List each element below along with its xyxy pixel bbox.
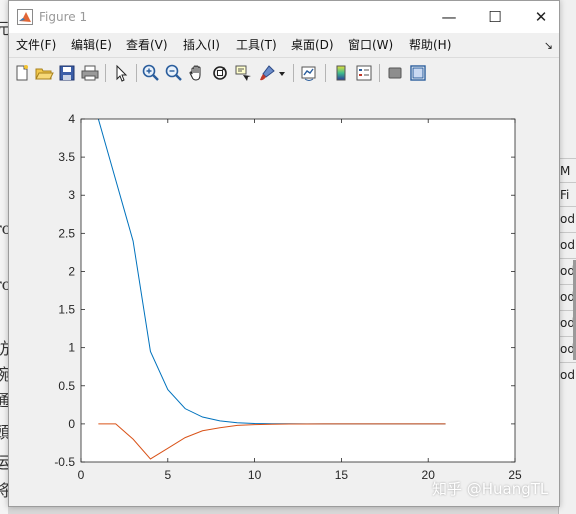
zoom-in-icon[interactable] [141, 63, 161, 83]
menu-view[interactable]: 查看(V) [126, 37, 168, 53]
toolbar-separator [136, 64, 137, 82]
background-text: 将 [0, 482, 8, 500]
toolbar-separator [293, 64, 294, 82]
figure-toolbar [9, 57, 559, 89]
background-text: M [559, 158, 576, 183]
background-app-right: M Fi od od od od od od od [558, 0, 576, 514]
plot-background [81, 119, 515, 462]
show-plot-tools-icon[interactable] [408, 63, 428, 83]
y-tick-label: 0.5 [58, 379, 75, 393]
menu-bar: 文件(F) 编辑(E) 查看(V) 插入(I) 工具(T) 桌面(D) 窗口(W… [9, 33, 559, 57]
rotate-3d-icon[interactable] [210, 63, 230, 83]
x-tick-label: 0 [78, 468, 85, 482]
figure-canvas[interactable]: 0 5 10 15 20 25 -0.5 0 0.5 1 1.5 2 2.5 3 3.5 4 [9, 88, 559, 506]
x-tick-label: 15 [335, 468, 349, 482]
menu-desktop[interactable]: 桌面(D) [291, 37, 334, 53]
menu-tools[interactable]: 工具(T) [236, 37, 277, 53]
y-tick-label: 0 [68, 417, 75, 431]
y-tick-label: 1 [68, 341, 75, 355]
new-figure-icon[interactable] [12, 63, 32, 83]
window-title: Figure 1 [39, 10, 88, 24]
watermark-text: 知乎 @HuangTL [432, 480, 549, 498]
menu-edit[interactable]: 编辑(E) [71, 37, 112, 53]
data-cursor-icon[interactable] [233, 63, 253, 83]
background-text: ro [0, 275, 8, 294]
open-icon[interactable] [34, 63, 54, 83]
toolbar-separator [105, 64, 106, 82]
menu-file[interactable]: 文件(F) [16, 37, 56, 53]
hide-plot-tools-icon[interactable] [385, 63, 405, 83]
toolbar-separator [325, 64, 326, 82]
brush-dropdown-icon[interactable] [277, 63, 287, 83]
background-text: 妨 [0, 340, 8, 358]
background-text: 碗 [0, 366, 8, 384]
figure-window: Figure 1 — ☐ ✕ 文件(F) 编辑(E) 查看(V) 插入(I) 工… [8, 0, 560, 507]
background-text: ro [0, 219, 8, 238]
y-tick-label: 3 [68, 188, 75, 202]
background-text: od [559, 232, 576, 257]
close-button[interactable]: ✕ [518, 1, 564, 33]
background-text: od [559, 206, 576, 231]
y-tick-label: 2.5 [58, 226, 75, 240]
background-text: 运 [0, 454, 8, 472]
zoom-out-icon[interactable] [164, 63, 184, 83]
print-icon[interactable] [80, 63, 100, 83]
x-tick-label: 10 [248, 468, 262, 482]
toolbar-separator [379, 64, 380, 82]
save-icon[interactable] [57, 63, 77, 83]
y-tick-label: 2 [68, 264, 75, 278]
matlab-logo-icon [17, 9, 33, 25]
y-tick-label: 1.5 [58, 303, 75, 317]
background-text: od [559, 362, 576, 387]
menu-insert[interactable]: 插入(I) [183, 37, 220, 53]
y-tick-label: -0.5 [54, 455, 75, 469]
y-tick-label: 3.5 [58, 150, 75, 164]
legend-icon[interactable] [354, 63, 374, 83]
background-text: 頭 [0, 424, 8, 442]
colorbar-icon[interactable] [331, 63, 351, 83]
background-text: Fi [559, 182, 576, 207]
pointer-icon[interactable] [111, 63, 131, 83]
menu-help[interactable]: 帮助(H) [409, 37, 451, 53]
maximize-button[interactable]: ☐ [472, 1, 518, 33]
dock-arrow-icon[interactable]: ↘ [544, 39, 553, 52]
background-text: 元 [0, 20, 8, 38]
x-tick-label: 5 [164, 468, 171, 482]
y-tick-label: 4 [68, 112, 75, 126]
line-chart: 0 5 10 15 20 25-0.500.511.522.533.54 [54, 112, 522, 482]
menu-window[interactable]: 窗口(W) [348, 37, 393, 53]
background-app-left: 元 ro ro 妨 碗 通 頭 运 将 [0, 0, 8, 514]
background-text: 通 [0, 392, 8, 410]
pan-icon[interactable] [187, 63, 207, 83]
minimize-button[interactable]: — [426, 1, 472, 33]
link-plot-icon[interactable] [299, 63, 319, 83]
title-bar[interactable]: Figure 1 — ☐ ✕ [9, 1, 559, 33]
brush-icon[interactable] [257, 63, 277, 83]
